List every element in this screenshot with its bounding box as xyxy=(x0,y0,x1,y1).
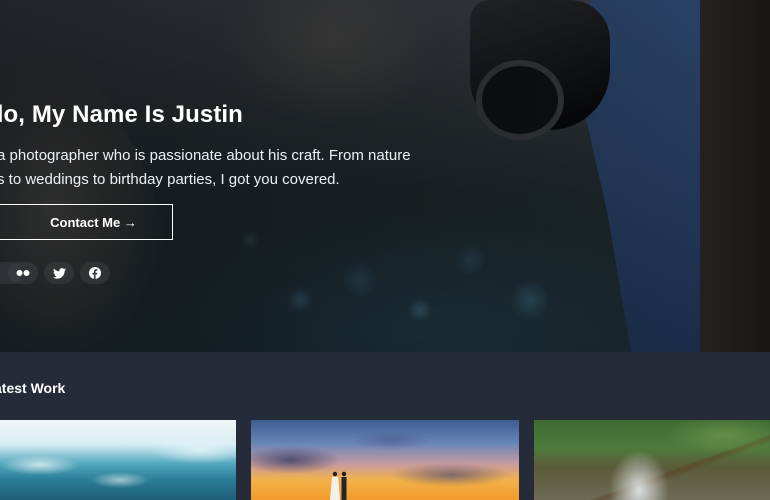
flickr-icon xyxy=(16,270,30,276)
hero-description-line-2: s to weddings to birthday parties, I got… xyxy=(0,171,340,188)
social-button-twitter[interactable] xyxy=(44,262,74,284)
hero-title: llo, My Name Is Justin xyxy=(0,101,243,128)
work-thumbnail-ocean[interactable] xyxy=(0,420,236,500)
social-button-flickr[interactable] xyxy=(8,262,38,284)
work-thumbnail-wedding[interactable] xyxy=(251,420,519,500)
hero-section: llo, My Name Is Justin a photographer wh… xyxy=(0,0,770,352)
wedding-couple-silhouette xyxy=(330,471,347,500)
contact-me-label: Contact Me → xyxy=(50,214,137,230)
hero-description-line-1: a photographer who is passionate about h… xyxy=(0,147,411,164)
contact-me-button[interactable]: Contact Me → xyxy=(0,204,173,240)
social-button-facebook[interactable] xyxy=(80,262,110,284)
latest-work-heading: atest Work xyxy=(0,380,66,396)
hero-content: llo, My Name Is Justin a photographer wh… xyxy=(0,0,770,352)
work-thumbnail-waterfall[interactable] xyxy=(534,420,770,500)
twitter-icon xyxy=(52,267,66,279)
facebook-icon xyxy=(89,267,101,279)
